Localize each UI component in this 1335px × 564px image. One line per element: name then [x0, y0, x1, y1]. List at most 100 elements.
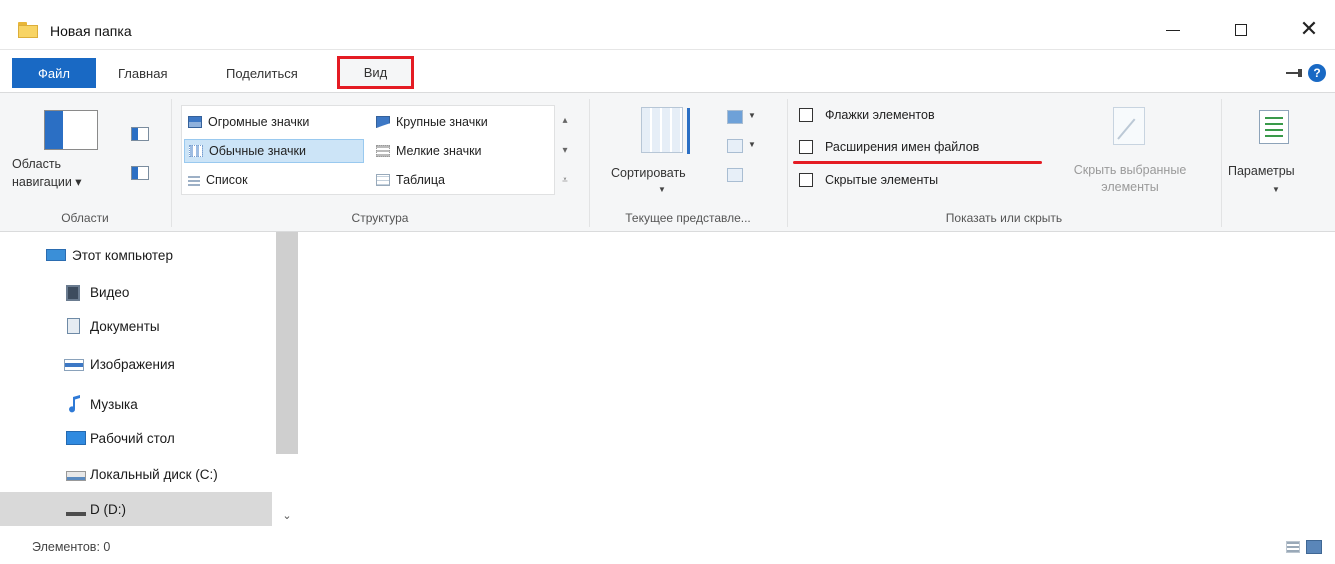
group-areas: Область навигации ▾ Области [0, 93, 170, 233]
layout-label: Огромные значки [208, 115, 310, 129]
item-checkboxes-option[interactable]: Флажки элементов [799, 108, 935, 122]
navigation-pane-button[interactable]: Область навигации ▾ [12, 155, 130, 191]
ribbon: Область навигации ▾ Области Структура Ог… [0, 92, 1335, 232]
nav-scrollbar-thumb[interactable] [276, 232, 298, 454]
chevron-down-icon: ▼ [658, 185, 666, 194]
group-label-areas: Области [61, 211, 109, 225]
nav-item-video[interactable]: Видео [0, 275, 272, 309]
layout-label: Крупные значки [396, 115, 488, 129]
file-list-area[interactable] [298, 232, 1335, 529]
images-icon [64, 359, 84, 371]
hide-selected-icon [1113, 107, 1145, 145]
layout-large-icons[interactable]: Крупные значки [372, 110, 488, 134]
music-icon [68, 395, 82, 413]
window-title: Новая папка [50, 23, 132, 39]
nav-item-images[interactable]: Изображения [0, 347, 272, 381]
preview-pane-icon[interactable] [131, 127, 149, 141]
status-bar [0, 529, 1335, 564]
minimize-button[interactable] [1150, 12, 1196, 48]
nav-item-label: Рабочий стол [90, 430, 175, 446]
group-label-show-hide: Показать или скрыть [945, 211, 1063, 225]
hidden-items-checkbox[interactable] [799, 173, 813, 187]
help-icon[interactable]: ? [1308, 64, 1326, 82]
layout-huge-icons[interactable]: Огромные значки [184, 110, 309, 134]
small-icons-icon [376, 145, 390, 157]
options-icon[interactable] [1259, 110, 1289, 144]
group-label-structure: Структура [351, 211, 409, 225]
item-checkboxes-label: Флажки элементов [825, 108, 935, 122]
chevron-down-icon[interactable]: ▾ [562, 145, 567, 156]
file-extensions-label: Расширения имен файлов [825, 140, 980, 154]
layout-gallery: Огромные значки Крупные значки Обычные з… [181, 105, 555, 195]
tab-view[interactable]: Вид [337, 56, 414, 89]
chevron-down-icon: ▼ [748, 140, 756, 149]
nav-item-documents[interactable]: Документы [0, 309, 272, 343]
layout-list[interactable]: Список [184, 168, 248, 192]
close-button[interactable]: ✕ [1286, 12, 1332, 48]
nav-item-drive-d[interactable]: D (D:) [0, 492, 272, 526]
group-by-icon[interactable] [727, 110, 743, 124]
minimize-icon [1166, 29, 1180, 31]
ribbon-right-controls: ? [1286, 64, 1326, 82]
options-button[interactable]: Параметры [1228, 164, 1295, 178]
local-disk-icon [66, 471, 86, 481]
hidden-items-label: Скрытые элементы [825, 173, 939, 187]
tab-share[interactable]: Поделиться [226, 58, 298, 88]
nav-item-label: Документы [90, 318, 160, 334]
nav-item-music[interactable]: Музыка [0, 387, 272, 421]
hidden-items-option[interactable]: Скрытые элементы [799, 173, 938, 187]
drive-icon [66, 512, 86, 516]
huge-icons-icon [188, 116, 202, 128]
group-divider [1221, 99, 1222, 227]
large-icons-view-icon[interactable] [1306, 540, 1322, 554]
nav-item-label: Локальный диск (C:) [90, 466, 218, 482]
medium-icons-icon [189, 145, 203, 157]
group-label-current-view: Текущее представле... [625, 211, 751, 225]
desktop-icon [66, 431, 86, 445]
large-icons-icon [376, 116, 390, 128]
hide-selected-label-line1: Скрыть выбранные [1073, 163, 1187, 177]
sort-icon[interactable] [641, 107, 690, 154]
file-extensions-checkbox[interactable] [799, 140, 813, 154]
list-icon [188, 174, 200, 186]
layout-label: Таблица [396, 173, 446, 187]
nav-item-label: D (D:) [90, 501, 126, 517]
nav-item-desktop[interactable]: Рабочий стол [0, 421, 272, 455]
size-columns-icon[interactable] [727, 168, 743, 182]
title-bar: Новая папка ✕ [0, 0, 1335, 50]
item-checkboxes-checkbox[interactable] [799, 108, 813, 122]
nav-item-local-disk-c[interactable]: Локальный диск (C:) [0, 457, 272, 491]
add-columns-icon[interactable] [727, 139, 743, 153]
hide-selected-label-line2: элементы [1101, 180, 1159, 194]
close-icon: ✕ [1299, 17, 1319, 42]
documents-icon [67, 318, 80, 334]
chevron-up-icon[interactable]: ▴ [562, 115, 567, 126]
layout-label: Список [206, 173, 248, 187]
items-count: Элементов: 0 [32, 540, 111, 554]
details-pane-icon[interactable] [131, 166, 149, 180]
navigation-pane-icon[interactable] [44, 110, 98, 150]
gallery-scroll: ▴ ▾ ⩡ [556, 105, 574, 195]
layout-medium-icons[interactable]: Обычные значки [184, 139, 364, 163]
video-icon [66, 285, 80, 301]
folder-icon [18, 22, 38, 38]
nav-item-label: Изображения [90, 356, 175, 372]
highlight-underline [793, 161, 1042, 164]
tab-file[interactable]: Файл [12, 58, 96, 88]
details-view-icon[interactable] [1286, 541, 1300, 553]
nav-item-this-pc[interactable]: Этот компьютер [0, 238, 272, 272]
layout-details[interactable]: Таблица [372, 168, 445, 192]
maximize-icon [1235, 24, 1247, 36]
file-extensions-option[interactable]: Расширения имен файлов [799, 140, 979, 154]
pin-ribbon-icon[interactable] [1286, 69, 1302, 77]
maximize-button[interactable] [1218, 12, 1264, 48]
computer-icon [46, 249, 66, 261]
gallery-expand-icon[interactable]: ⩡ [562, 175, 568, 186]
sort-button[interactable]: Сортировать [611, 166, 686, 180]
scroll-down-icon[interactable]: ⌄ [278, 506, 296, 524]
navigation-pane: Этот компьютер Видео Документы Изображен… [0, 232, 272, 529]
layout-small-icons[interactable]: Мелкие значки [372, 139, 482, 163]
nav-item-label: Музыка [90, 396, 138, 412]
nav-item-label: Этот компьютер [72, 247, 173, 263]
tab-home[interactable]: Главная [118, 58, 167, 88]
